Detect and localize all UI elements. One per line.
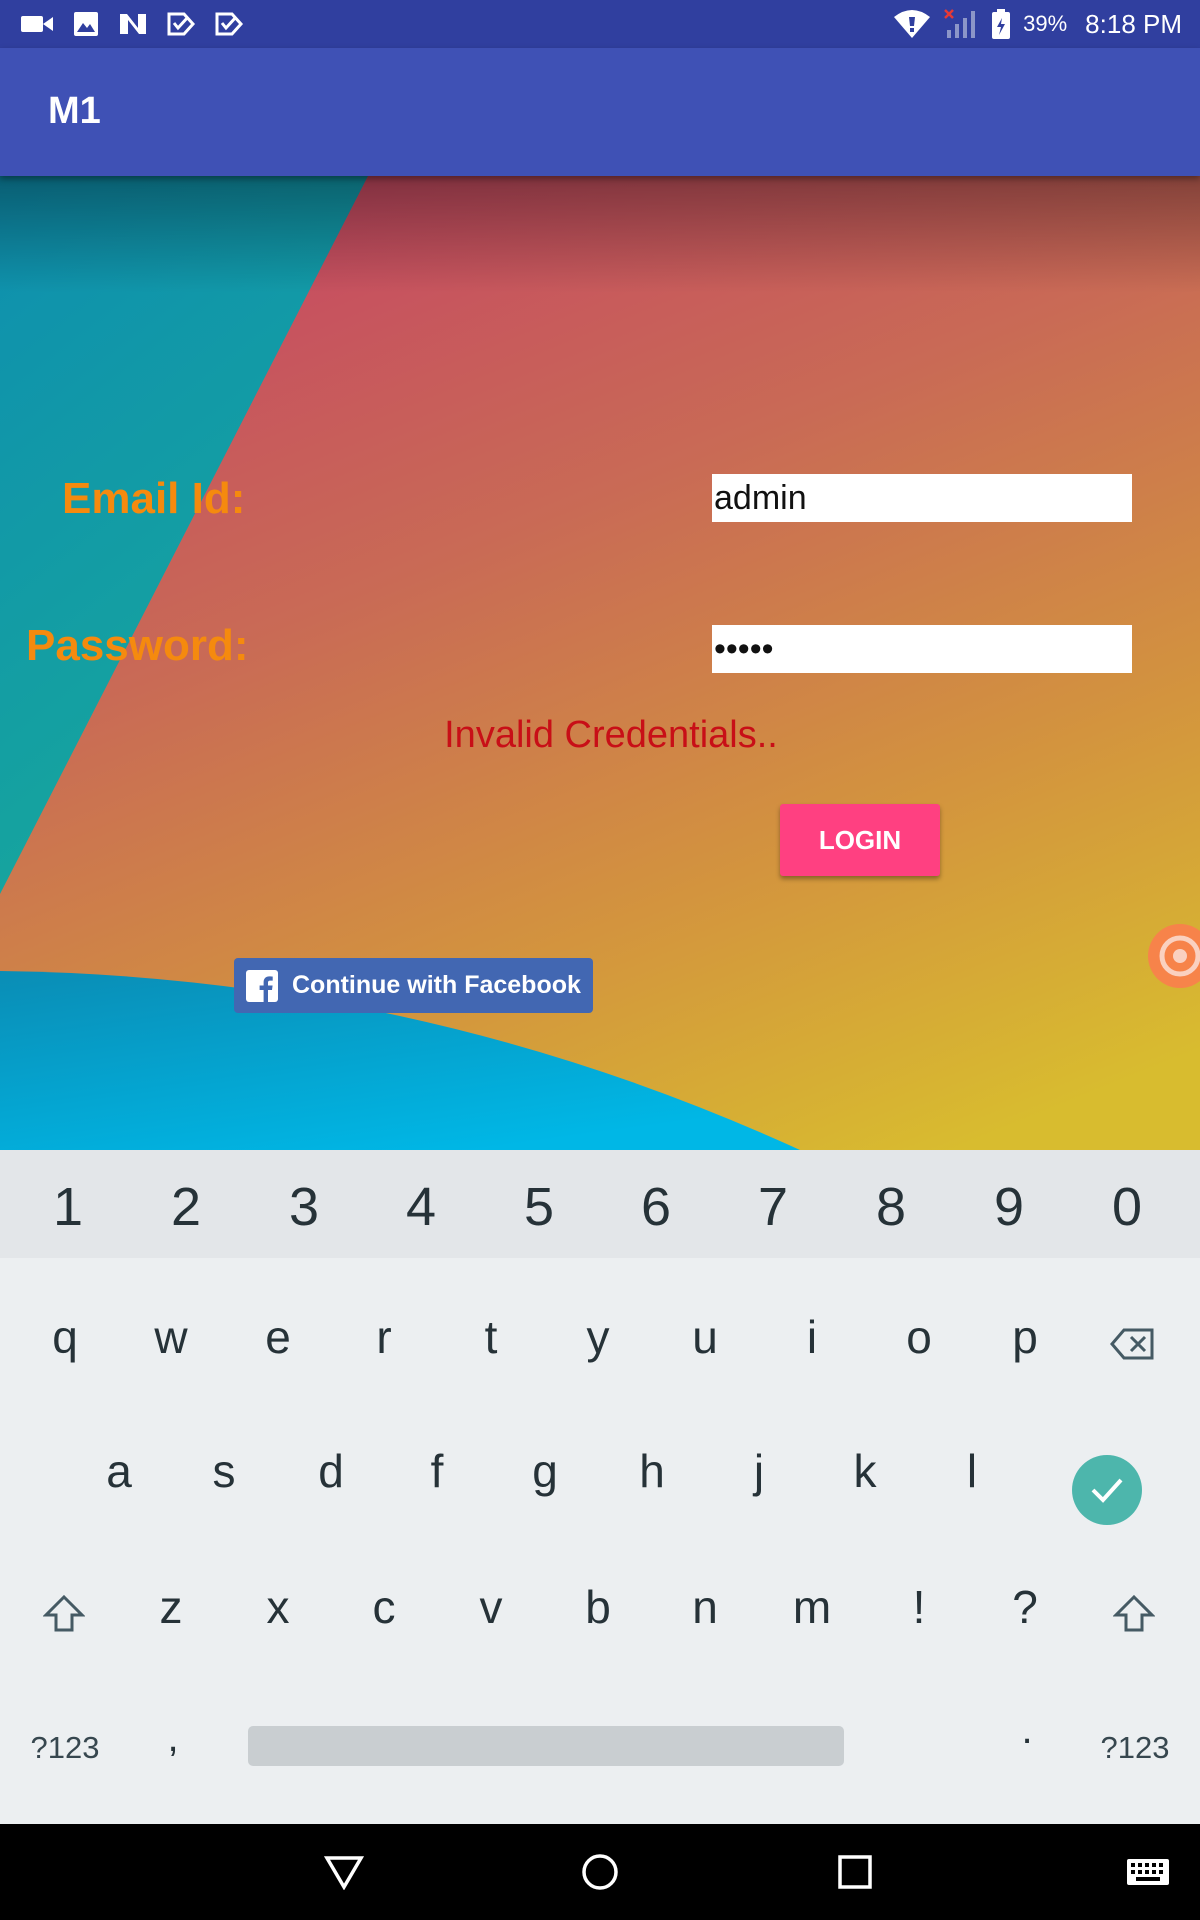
soft-keyboard: 1 2 3 4 5 6 7 8 9 0 q w e r t y u i o p … <box>0 1150 1200 1824</box>
error-message: Invalid Credentials.. <box>444 714 778 756</box>
key-5[interactable]: 5 <box>499 1180 579 1234</box>
key-x[interactable]: x <box>243 1584 313 1630</box>
key-g[interactable]: g <box>510 1448 580 1494</box>
key-4[interactable]: 4 <box>381 1180 461 1234</box>
key-e[interactable]: e <box>243 1314 313 1360</box>
recents-icon[interactable] <box>815 1824 895 1920</box>
keyboard-switch-icon[interactable] <box>1108 1824 1188 1920</box>
facebook-icon <box>246 969 278 1002</box>
key-i[interactable]: i <box>777 1314 847 1360</box>
wifi-icon <box>893 9 931 39</box>
key-t[interactable]: t <box>456 1314 526 1360</box>
key-w[interactable]: w <box>136 1314 206 1360</box>
floating-handle[interactable] <box>1148 924 1200 988</box>
key-8[interactable]: 8 <box>851 1180 931 1234</box>
symbols-key-right[interactable]: ?123 <box>1094 1732 1176 1763</box>
backspace-icon[interactable] <box>1108 1322 1158 1368</box>
enter-checkmark-icon[interactable] <box>1072 1455 1142 1525</box>
key-period[interactable]: . <box>1002 1710 1052 1750</box>
status-bar: 39% 8:18 PM <box>0 0 1200 48</box>
key-exclamation[interactable]: ! <box>884 1584 954 1630</box>
symbols-key-left[interactable]: ?123 <box>24 1732 106 1763</box>
key-1[interactable]: 1 <box>28 1180 108 1234</box>
battery-percent: 39% <box>1023 11 1068 36</box>
key-a[interactable]: a <box>84 1448 154 1494</box>
password-label: Password: <box>26 621 249 670</box>
video-icon <box>20 12 54 36</box>
key-q[interactable]: q <box>30 1314 100 1360</box>
space-bar[interactable] <box>248 1726 844 1766</box>
key-2[interactable]: 2 <box>146 1180 226 1234</box>
shift-right-icon[interactable] <box>1112 1594 1156 1641</box>
app-bar: M1 <box>0 48 1200 176</box>
clock: 8:18 PM <box>1085 8 1182 39</box>
shift-left-icon[interactable] <box>42 1594 86 1641</box>
key-0[interactable]: 0 <box>1087 1180 1167 1234</box>
home-icon[interactable] <box>560 1824 640 1920</box>
key-3[interactable]: 3 <box>264 1180 344 1234</box>
key-p[interactable]: p <box>990 1314 1060 1360</box>
checkmark-flag-icon <box>166 9 196 39</box>
n-icon <box>118 10 148 38</box>
key-k[interactable]: k <box>830 1448 900 1494</box>
key-d[interactable]: d <box>296 1448 366 1494</box>
login-screen: Email Id: Password: Invalid Credentials.… <box>0 176 1200 1150</box>
key-f[interactable]: f <box>402 1448 472 1494</box>
navigation-bar <box>0 1824 1200 1920</box>
key-o[interactable]: o <box>884 1314 954 1360</box>
key-b[interactable]: b <box>563 1584 633 1630</box>
back-icon[interactable] <box>304 1824 384 1920</box>
key-comma[interactable]: , <box>148 1718 198 1758</box>
key-s[interactable]: s <box>189 1448 259 1494</box>
key-v[interactable]: v <box>456 1584 526 1630</box>
email-label: Email Id: <box>62 474 246 523</box>
login-button[interactable]: LOGIN <box>780 804 940 876</box>
password-input[interactable] <box>712 625 1132 673</box>
facebook-button-label: Continue with Facebook <box>292 971 581 999</box>
battery-icon <box>991 8 1011 40</box>
key-h[interactable]: h <box>617 1448 687 1494</box>
app-title: M1 <box>48 90 101 132</box>
key-l[interactable]: l <box>937 1448 1007 1494</box>
key-6[interactable]: 6 <box>616 1180 696 1234</box>
key-m[interactable]: m <box>777 1584 847 1630</box>
image-icon <box>72 10 100 38</box>
email-input[interactable] <box>712 474 1132 522</box>
key-c[interactable]: c <box>349 1584 419 1630</box>
key-question[interactable]: ? <box>990 1584 1060 1630</box>
facebook-login-button[interactable]: Continue with Facebook <box>234 958 593 1013</box>
signal-icon <box>943 8 979 40</box>
checkmark-flag-icon <box>214 9 244 39</box>
key-r[interactable]: r <box>349 1314 419 1360</box>
key-z[interactable]: z <box>136 1584 206 1630</box>
key-9[interactable]: 9 <box>969 1180 1049 1234</box>
key-n[interactable]: n <box>670 1584 740 1630</box>
key-j[interactable]: j <box>724 1448 794 1494</box>
key-7[interactable]: 7 <box>733 1180 813 1234</box>
key-u[interactable]: u <box>670 1314 740 1360</box>
key-y[interactable]: y <box>563 1314 633 1360</box>
